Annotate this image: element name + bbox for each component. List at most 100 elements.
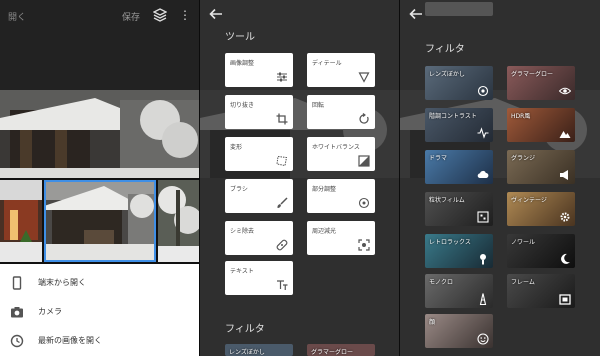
filter-glamour-glow-partial[interactable]: グラマーグロー [307,344,375,356]
save-button[interactable]: 保存 [122,10,140,23]
grunge-icon [560,170,568,180]
tool-text[interactable]: テキスト [225,261,293,295]
filter-label: 階調コントラスト [429,113,477,120]
top-bar: 開く 保存 ⋮ [0,0,200,90]
tool-label: ホワイトバランス [312,144,360,151]
filter-black-and-white[interactable]: モノクロ [425,274,493,308]
tool-brush[interactable]: ブラシ [225,179,293,213]
filter-label: グランジ [511,155,536,162]
filter-noir[interactable]: ノワール [507,234,575,268]
tune-icon [277,72,287,82]
filter-retrolux[interactable]: レトロラックス [425,234,493,268]
image-thumbnail[interactable] [158,180,200,262]
image-thumbnail-selected[interactable] [44,180,156,262]
mountain-icon [559,131,571,138]
tool-label: 変形 [230,144,243,151]
filter-label: 顔 [429,319,436,326]
perspective-icon [276,155,288,167]
lens-blur-icon [477,85,489,97]
open-latest-image-item[interactable]: 最新の画像を開く [0,326,200,356]
tool-label: 周辺減光 [312,228,337,235]
retrolux-icon [480,254,486,265]
tool-label: ブラシ [230,186,248,193]
filter-hdr-scape[interactable]: HDR風 [507,108,575,142]
filter-glamour-glow[interactable]: グラマーグロー [507,66,575,100]
filter-label: ドラマ [429,155,448,162]
filter-label: ヴィンテージ [511,197,547,204]
tool-details[interactable]: ディテール [307,53,375,87]
tools-screen: ツール 画像調整 ディテール 切り抜き 回転 変形 ホワイトバランス ブラシ 部… [200,0,400,356]
recent-icon [10,334,24,348]
filter-tonal-contrast[interactable]: 階調コントラスト [425,108,493,142]
filter-frames[interactable]: フレーム [507,274,575,308]
back-arrow-icon[interactable] [208,6,224,22]
cloud-icon [477,170,489,178]
sheet-item-label: カメラ [38,307,62,316]
camera-item[interactable]: カメラ [0,297,200,327]
tool-perspective[interactable]: 変形 [225,137,293,171]
tonal-icon [477,127,489,139]
tool-card-partial [425,2,493,16]
gear-icon [560,212,570,222]
white-balance-icon [358,155,370,167]
sheet-item-label: 最新の画像を開く [38,336,102,345]
camera-icon [11,307,23,318]
filter-label: 粒状フィルム [429,197,465,204]
sheet-item-label: 端末から開く [38,278,86,287]
eye-icon [559,87,571,95]
tool-label: シミ除去 [230,228,255,235]
tool-label: ディテール [312,60,342,67]
recent-images-strip [0,178,200,264]
open-button[interactable]: 開く [8,10,26,23]
filter-label: HDR風 [511,113,531,120]
selective-icon [358,197,370,209]
filter-label: レンズぼかし [429,71,465,78]
tool-label: 回転 [312,102,325,109]
brush-icon [277,197,288,208]
layers-icon[interactable] [153,8,167,22]
tool-label: 部分調整 [312,186,337,193]
open-image-screen: 開く 保存 ⋮ 端末から開く カメラ 最新の画像を開く [0,0,200,356]
tool-label: 切り抜き [230,102,255,109]
filters-section-title: フィルタ [425,44,465,55]
tool-crop[interactable]: 切り抜き [225,95,293,129]
filter-vintage[interactable]: ヴィンテージ [507,192,575,226]
open-options-sheet: 端末から開く カメラ 最新の画像を開く [0,264,200,356]
filter-label: レトロラックス [429,239,471,246]
tool-vignette[interactable]: 周辺減光 [307,221,375,255]
tower-icon [479,293,487,305]
moon-icon [561,253,570,264]
open-from-device-item[interactable]: 端末から開く [0,268,200,298]
filter-lens-blur-partial[interactable]: レンズぼかし [225,344,293,356]
tool-selective[interactable]: 部分調整 [307,179,375,213]
tool-label: 画像調整 [230,60,255,67]
tool-label: テキスト [230,268,254,275]
text-icon [277,280,288,290]
filter-grainy-film[interactable]: 粒状フィルム [425,192,493,226]
filter-label: グラマーグロー [511,71,554,78]
vignette-icon [358,239,370,251]
filter-drama[interactable]: ドラマ [425,150,493,184]
filter-grunge[interactable]: グランジ [507,150,575,184]
face-icon [477,333,489,345]
phone-icon [12,276,22,290]
frame-icon [559,294,571,305]
back-arrow-icon[interactable] [408,6,424,22]
more-icon[interactable]: ⋮ [179,7,191,23]
filter-label: グラマーグロー [311,349,354,356]
filter-lens-blur[interactable]: レンズぼかし [425,66,493,100]
tool-white-balance[interactable]: ホワイトバランス [307,137,375,171]
detail-triangle-icon [358,72,370,83]
film-icon [477,211,489,223]
rotate-icon [359,113,369,124]
filter-label: モノクロ [429,279,454,286]
filter-label: レンズぼかし [229,349,265,356]
healing-icon [276,239,288,251]
crop-icon [276,113,288,125]
tool-healing[interactable]: シミ除去 [225,221,293,255]
tool-rotate[interactable]: 回転 [307,95,375,129]
filter-face[interactable]: 顔 [425,314,493,348]
filter-label: フレーム [511,279,535,286]
image-thumbnail[interactable] [0,180,42,262]
tool-tune-image[interactable]: 画像調整 [225,53,293,87]
